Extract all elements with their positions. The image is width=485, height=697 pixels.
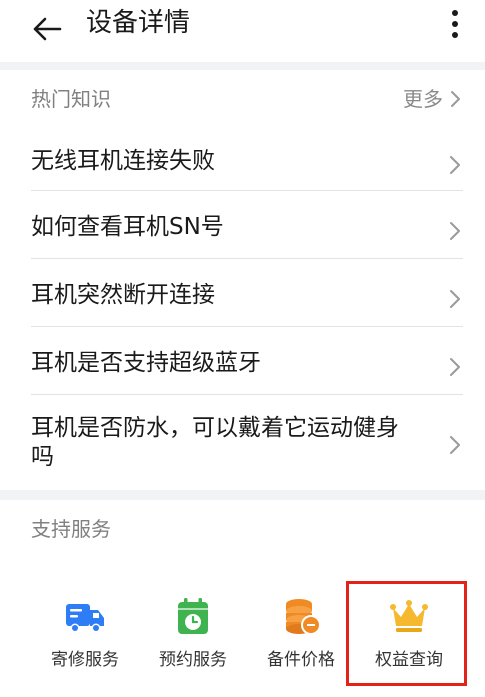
more-options-button[interactable] (437, 2, 473, 46)
coin-stack-icon (286, 599, 321, 635)
list-item[interactable]: 耳机是否防水，可以戴着它运动健身吗 (31, 410, 463, 480)
list-item-label: 耳机突然断开连接 (31, 282, 215, 308)
service-label: 寄修服务 (51, 650, 119, 670)
service-label: 备件价格 (267, 650, 335, 670)
service-benefits-inquiry[interactable]: 权益查询 (364, 596, 454, 680)
more-vertical-icon (452, 10, 458, 38)
list-item[interactable]: 如何查看耳机SN号 (31, 206, 463, 256)
delivery-truck-icon (66, 604, 104, 633)
hot-knowledge-header: 热门知识 更多 (31, 84, 463, 114)
more-link[interactable]: 更多 (403, 84, 463, 114)
more-label: 更多 (403, 87, 443, 111)
chevron-right-icon (450, 358, 460, 376)
section-title: 热门知识 (31, 87, 111, 111)
service-label: 权益查询 (375, 650, 443, 670)
list-item-label: 无线耳机连接失败 (31, 148, 215, 174)
divider (31, 326, 463, 327)
support-services-header: 支持服务 (31, 514, 463, 544)
list-item-label: 耳机是否支持超级蓝牙 (31, 350, 261, 376)
crown-icon (390, 600, 428, 632)
divider (31, 190, 463, 191)
list-item-label: 如何查看耳机SN号 (31, 214, 224, 240)
back-button[interactable] (24, 6, 70, 52)
service-parts-price[interactable]: 备件价格 (256, 596, 346, 680)
service-repair[interactable]: 寄修服务 (40, 596, 130, 680)
chevron-right-icon (450, 436, 460, 454)
list-item-label: 耳机是否防水，可以戴着它运动健身吗 (31, 415, 399, 470)
section-title: 支持服务 (31, 517, 111, 541)
chevron-right-icon (451, 91, 460, 107)
service-appointment[interactable]: 预约服务 (148, 596, 238, 680)
list-item[interactable]: 耳机突然断开连接 (31, 274, 463, 324)
list-item[interactable]: 耳机是否支持超级蓝牙 (31, 342, 463, 392)
list-item[interactable]: 无线耳机连接失败 (31, 140, 463, 190)
service-label: 预约服务 (159, 650, 227, 670)
hot-knowledge-card: 热门知识 更多 无线耳机连接失败 如何查看耳机SN号 耳机突然断开连接 耳机是否… (0, 70, 485, 490)
divider (31, 258, 463, 259)
chevron-right-icon (450, 156, 460, 174)
device-details-page: 设备详情 热门知识 更多 无线耳机连接失败 如何查看耳机SN号 耳机突然断开连接… (0, 0, 485, 697)
top-app-bar: 设备详情 (0, 0, 485, 62)
calendar-clock-icon (178, 598, 208, 634)
support-services-card: 支持服务 寄修服务 预约服务 备件价格 权益查询 (0, 500, 485, 697)
chevron-right-icon (450, 222, 460, 240)
divider (31, 394, 463, 395)
arrow-left-icon (33, 17, 62, 41)
chevron-right-icon (450, 290, 460, 308)
page-title: 设备详情 (86, 8, 191, 38)
